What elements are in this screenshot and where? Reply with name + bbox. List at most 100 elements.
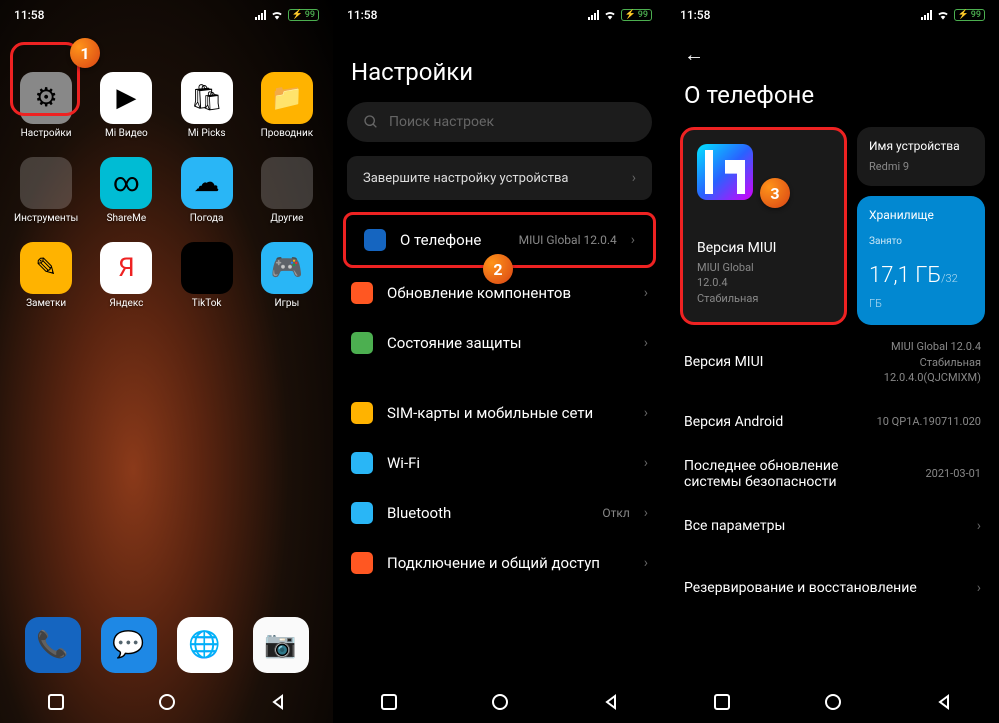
wifi-icon bbox=[936, 8, 950, 22]
home-button[interactable] bbox=[821, 690, 845, 714]
settings-item[interactable]: Подключение и общий доступ › bbox=[333, 538, 666, 588]
recent-button[interactable] bbox=[377, 690, 401, 714]
app-icon: Я bbox=[100, 242, 152, 294]
app-Настройки[interactable]: ⚙Настройки bbox=[10, 72, 82, 139]
miui-card-title: Версия MIUI bbox=[697, 240, 830, 256]
app-Mi Видео[interactable]: ▶Mi Видео bbox=[90, 72, 162, 139]
item-label: SIM-карты и мобильные сети bbox=[387, 404, 630, 422]
app-label: Другие bbox=[270, 213, 303, 224]
miui-logo-icon bbox=[697, 144, 753, 200]
chevron-right-icon: › bbox=[632, 170, 636, 186]
item-icon bbox=[351, 402, 373, 424]
item-label: Подключение и общий доступ bbox=[387, 554, 630, 572]
settings-item[interactable]: Wi-Fi › bbox=[333, 438, 666, 488]
dock-app[interactable]: 🌐 bbox=[177, 617, 233, 673]
screen-home: 11:58 ⚡99 ⚙Настройки▶Mi Видео 🛍 Mi Picks 📁П… bbox=[0, 0, 333, 723]
app-Другие[interactable]: Другие bbox=[251, 157, 323, 224]
item-label: О телефоне bbox=[400, 231, 505, 249]
dock-app[interactable]: 📞 bbox=[25, 617, 81, 673]
item-icon bbox=[364, 229, 386, 251]
time: 11:58 bbox=[680, 8, 710, 22]
status-bar: 11:58 ⚡99 bbox=[0, 0, 333, 30]
chevron-right-icon: › bbox=[977, 518, 981, 534]
wifi-icon bbox=[603, 8, 617, 22]
app-label: Mi Видео bbox=[105, 128, 148, 139]
dock: 📞 💬 🌐 📷 bbox=[0, 617, 333, 673]
home-button[interactable] bbox=[488, 690, 512, 714]
app-Проводник[interactable]: 📁Проводник bbox=[251, 72, 323, 139]
search-input[interactable]: Поиск настроек bbox=[347, 102, 652, 142]
app-label: Инструменты bbox=[14, 213, 78, 224]
wifi-icon bbox=[270, 8, 284, 22]
app-ShareMe[interactable]: ∞ ShareMe bbox=[90, 157, 162, 224]
app-TikTok[interactable]: ♪TikTok bbox=[171, 242, 243, 309]
app-icon: 🎮 bbox=[261, 242, 313, 294]
item-icon bbox=[351, 552, 373, 574]
info-row[interactable]: Версия MIUIMIUI Global 12.0.4Стабильная1… bbox=[684, 325, 981, 399]
device-name-card[interactable]: Имя устройства Redmi 9 bbox=[857, 127, 985, 186]
app-Яндекс[interactable]: ЯЯндекс bbox=[90, 242, 162, 309]
storage-card[interactable]: Хранилище Занято 17,1 ГБ/32 ГБ bbox=[857, 196, 985, 325]
setup-banner[interactable]: Завершите настройку устройства › bbox=[347, 156, 652, 200]
app-Mi Picks[interactable]: 🛍 Mi Picks bbox=[171, 72, 243, 139]
signal-icon bbox=[255, 10, 266, 20]
backup-row[interactable]: Резервирование и восстановление › bbox=[684, 566, 981, 610]
search-icon bbox=[363, 114, 379, 130]
settings-item[interactable]: BluetoothОткл› bbox=[333, 488, 666, 538]
battery-icon: ⚡99 bbox=[621, 9, 652, 21]
recent-button[interactable] bbox=[710, 690, 734, 714]
app-label: Настройки bbox=[21, 128, 72, 139]
chevron-right-icon: › bbox=[631, 232, 635, 248]
info-row[interactable]: Все параметры› bbox=[684, 504, 981, 548]
app-Заметки[interactable]: ✎ Заметки bbox=[10, 242, 82, 309]
nav-bar bbox=[333, 681, 666, 723]
back-arrow[interactable]: ← bbox=[666, 30, 999, 67]
app-icon: ∞ bbox=[100, 157, 152, 209]
recent-button[interactable] bbox=[44, 690, 68, 714]
app-label: Заметки bbox=[26, 298, 66, 309]
miui-version-card[interactable]: Версия MIUI MIUI Global12.0.4Стабильная bbox=[680, 127, 847, 325]
dock-app[interactable]: 💬 bbox=[101, 617, 157, 673]
nav-bar bbox=[0, 681, 333, 723]
app-Инструменты[interactable]: Инструменты bbox=[10, 157, 82, 224]
settings-item[interactable]: Состояние защиты › bbox=[333, 318, 666, 368]
item-label: Обновление компонентов bbox=[387, 284, 630, 302]
app-Игры[interactable]: 🎮 Игры bbox=[251, 242, 323, 309]
status-bar: 11:58 ⚡99 bbox=[333, 0, 666, 30]
chevron-right-icon: › bbox=[644, 555, 648, 571]
app-label: Игры bbox=[275, 298, 300, 309]
item-icon bbox=[351, 502, 373, 524]
nav-bar bbox=[666, 681, 999, 723]
signal-icon bbox=[921, 10, 932, 20]
page-title: О телефоне bbox=[666, 67, 999, 127]
home-button[interactable] bbox=[155, 690, 179, 714]
info-row[interactable]: Последнее обновление системы безопасност… bbox=[684, 444, 981, 504]
item-icon bbox=[351, 282, 373, 304]
battery-icon: ⚡99 bbox=[288, 9, 319, 21]
app-icon bbox=[261, 157, 313, 209]
page-title: Настройки bbox=[333, 30, 666, 102]
item-label: Состояние защиты bbox=[387, 334, 630, 352]
item-icon bbox=[351, 332, 373, 354]
info-row[interactable]: Версия Android10 QP1A.190711.020 bbox=[684, 400, 981, 444]
item-label: Wi-Fi bbox=[387, 454, 616, 472]
badge-1: 1 bbox=[70, 38, 100, 68]
dock-app[interactable]: 📷 bbox=[253, 617, 309, 673]
back-button[interactable] bbox=[266, 690, 290, 714]
chevron-right-icon: › bbox=[644, 335, 648, 351]
time: 11:58 bbox=[14, 8, 44, 22]
app-icon: 🛍 bbox=[181, 72, 233, 124]
item-label: Bluetooth bbox=[387, 504, 588, 522]
back-button[interactable] bbox=[599, 690, 623, 714]
back-button[interactable] bbox=[932, 690, 956, 714]
screen-about: 11:58 ⚡99 ← О телефоне Версия MIUI MIUI … bbox=[666, 0, 999, 723]
app-label: TikTok bbox=[192, 298, 222, 309]
app-Погода[interactable]: ☁Погода bbox=[171, 157, 243, 224]
app-icon: ✎ bbox=[20, 242, 72, 294]
chevron-right-icon: › bbox=[644, 505, 648, 521]
app-label: ShareMe bbox=[107, 213, 147, 224]
chevron-right-icon: › bbox=[644, 405, 648, 421]
app-label: Mi Picks bbox=[188, 128, 226, 139]
time: 11:58 bbox=[347, 8, 377, 22]
settings-item[interactable]: SIM-карты и мобильные сети › bbox=[333, 388, 666, 438]
